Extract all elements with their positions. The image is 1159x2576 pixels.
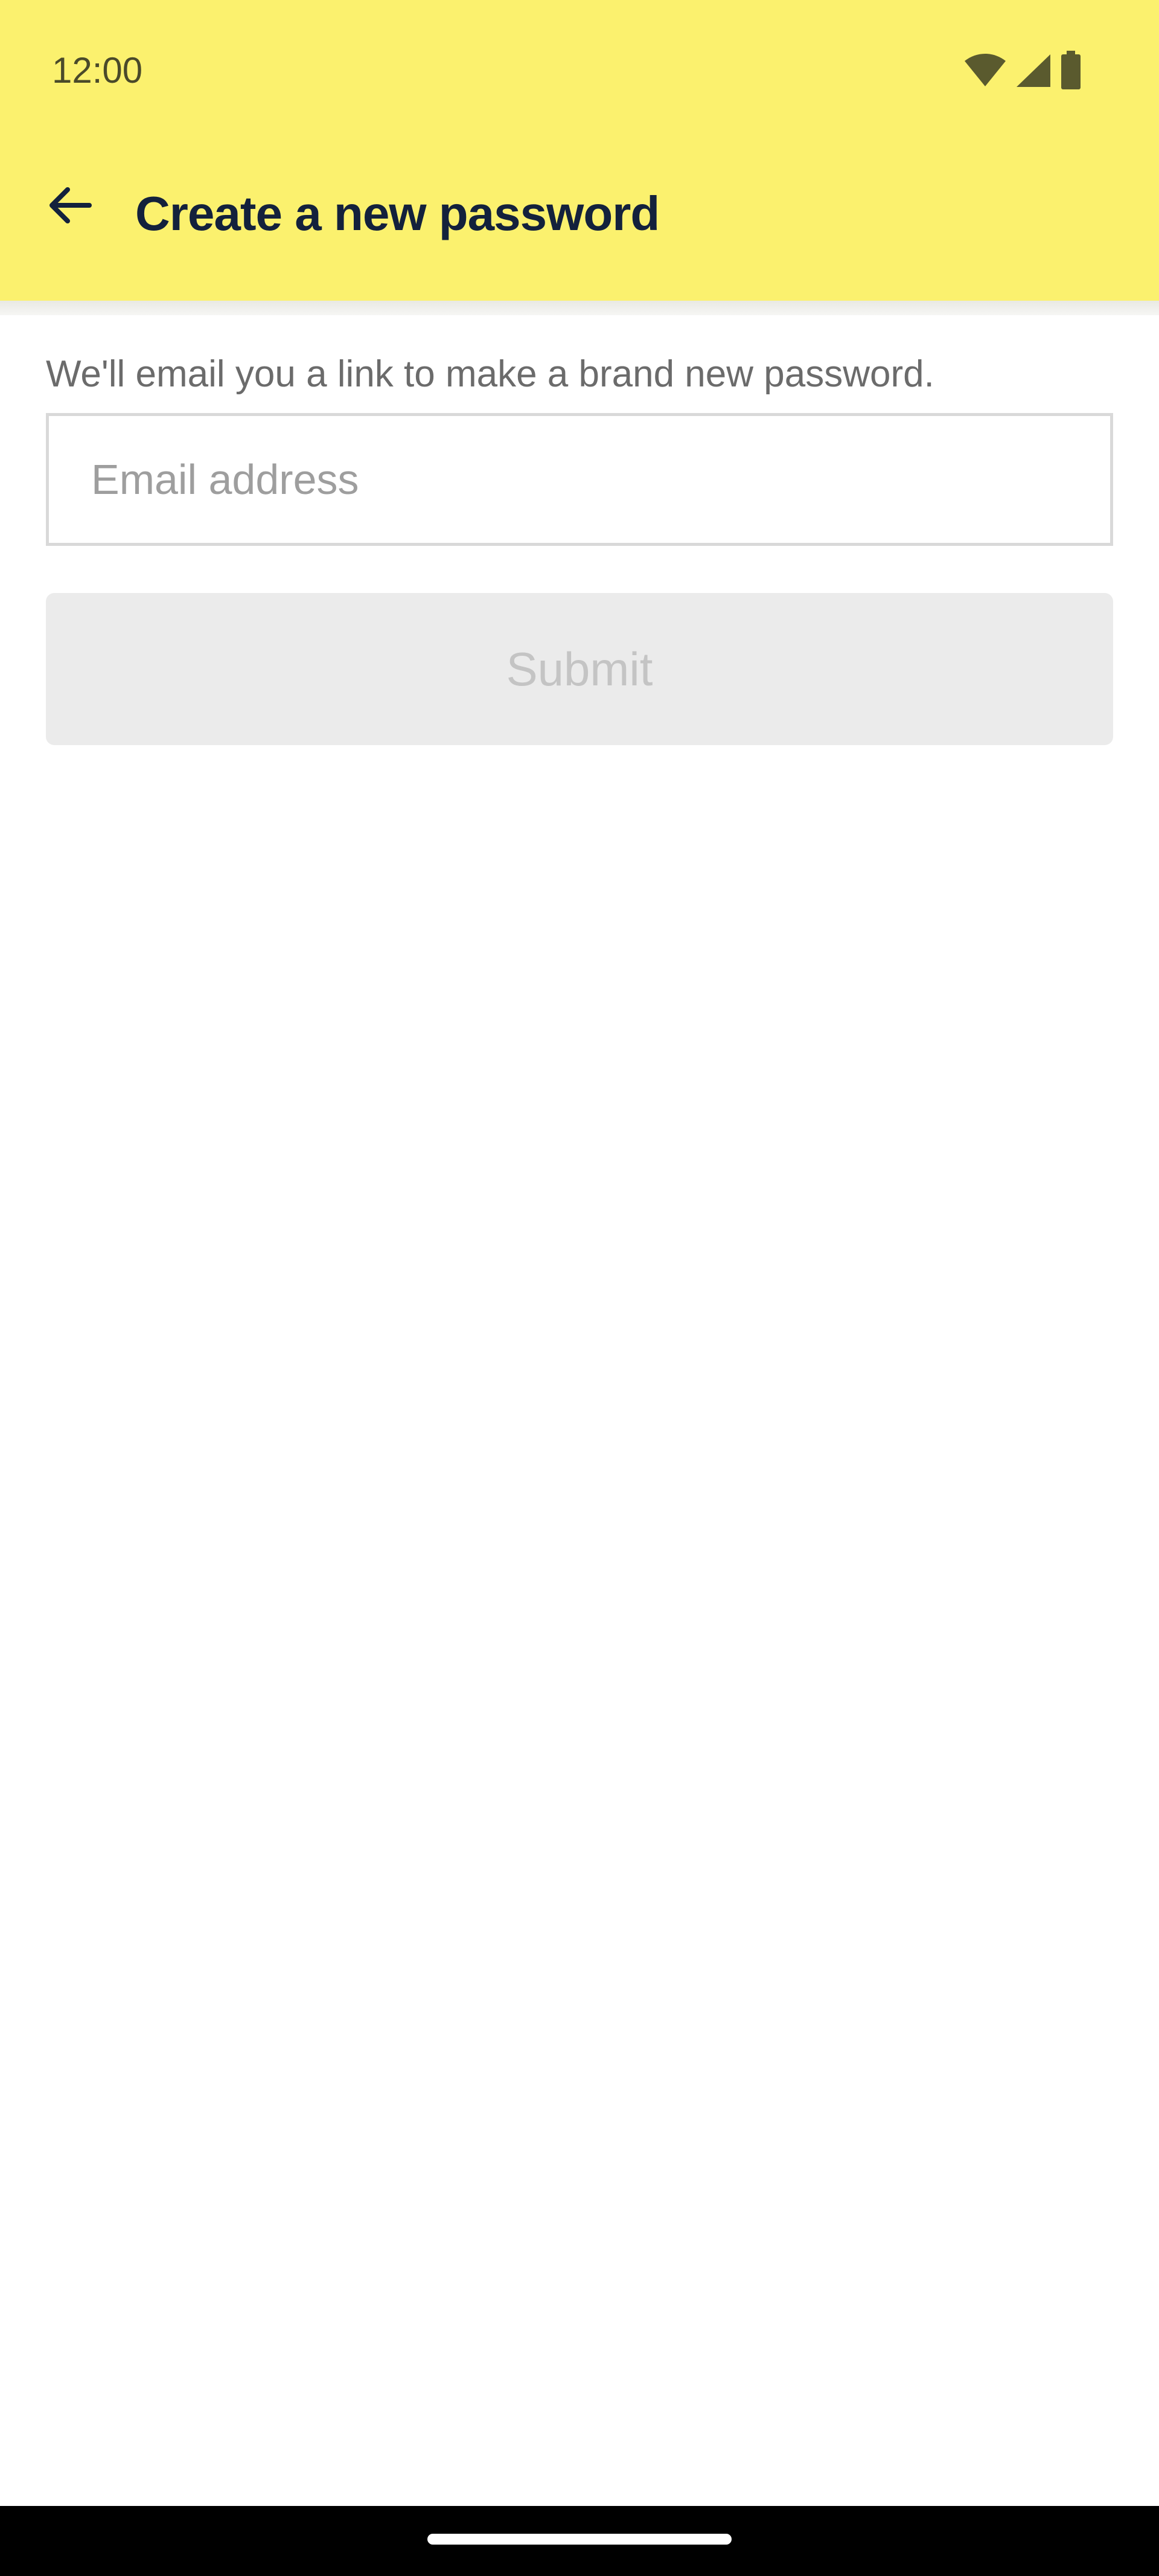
email-input[interactable] xyxy=(49,416,1110,543)
status-time: 12:00 xyxy=(52,50,143,91)
battery-icon xyxy=(1060,51,1082,91)
email-field[interactable] xyxy=(46,413,1113,546)
navigation-bar xyxy=(0,2506,1159,2576)
forgot-password-screen: 12:00 Create a new password We'll email … xyxy=(0,0,1159,2576)
arrow-left-icon xyxy=(46,181,94,232)
wifi-icon xyxy=(963,54,1007,88)
app-bar: Create a new password xyxy=(0,140,1159,301)
cellular-signal-icon xyxy=(1015,53,1052,88)
home-gesture-handle[interactable] xyxy=(427,2534,732,2545)
page-title: Create a new password xyxy=(135,187,660,240)
instruction-text: We'll email you a link to make a brand n… xyxy=(46,353,934,395)
app-bar-divider xyxy=(0,301,1159,315)
status-icons xyxy=(963,50,1082,92)
back-button[interactable] xyxy=(34,170,106,243)
submit-button[interactable]: Submit xyxy=(46,593,1113,745)
status-bar: 12:00 xyxy=(0,0,1159,140)
